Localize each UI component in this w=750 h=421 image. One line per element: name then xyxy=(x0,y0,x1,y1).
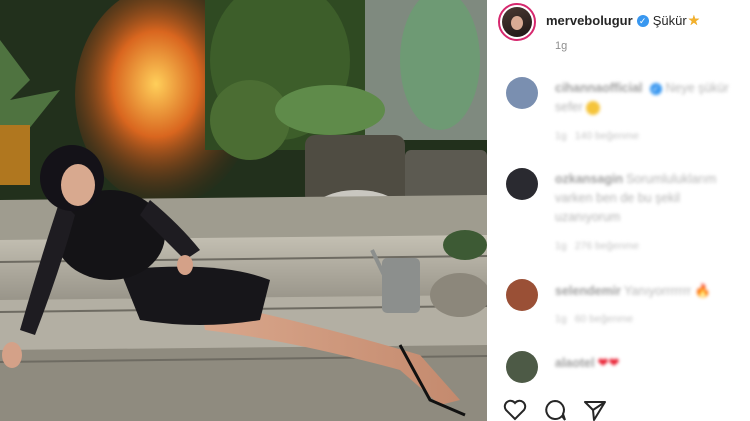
comment-text: alaotel ❤❤ xyxy=(555,353,745,373)
comment-text: ozkansagin Sorumluluklarım varken ben de … xyxy=(555,170,745,227)
commenter-avatar[interactable] xyxy=(506,279,538,311)
comment-meta: 1g 276 beğenme xyxy=(555,240,639,252)
comment-likes[interactable]: 140 beğenme xyxy=(575,130,639,142)
commenter-username[interactable]: cihannaofficial xyxy=(555,81,643,95)
comment-item: selendemir Yanıyorrrrrrr 🔥 1g 60 beğenme xyxy=(506,279,742,334)
comment-item: alaotel ❤❤ xyxy=(506,351,742,387)
heart-emoji-icon: ❤❤ xyxy=(597,355,620,370)
star-emoji-icon: ★ xyxy=(687,12,701,28)
comment-text: selendemir Yanıyorrrrrrr 🔥 xyxy=(555,281,745,301)
post-age: 1g xyxy=(555,40,568,52)
commenter-avatar[interactable] xyxy=(506,351,538,383)
action-bar xyxy=(502,397,608,421)
commenter-username[interactable]: ozkansagin xyxy=(555,172,623,186)
author-username[interactable]: mervebolugur xyxy=(546,13,633,28)
comment-body: Yanıyorrrrrrr xyxy=(624,284,692,298)
commenter-username[interactable]: alaotel xyxy=(555,356,595,370)
caption-text: Şükür xyxy=(652,13,687,28)
heart-icon[interactable] xyxy=(502,397,528,421)
comment-item: cihannaofficial ✓ Neye şükür sefer 1g 140 b… xyxy=(506,77,742,147)
post-header: mervebolugur ✓ Şükür ★ xyxy=(498,3,700,41)
comment-age: 1g xyxy=(555,240,567,252)
comments-panel: mervebolugur ✓ Şükür ★ 1g cihannaofficia… xyxy=(487,0,750,421)
instagram-post: mervebolugur ✓ Şükür ★ 1g cihannaofficia… xyxy=(0,0,750,421)
verified-badge-icon: ✓ xyxy=(649,83,662,95)
commenter-avatar[interactable] xyxy=(506,168,538,200)
comment-item: ozkansagin Sorumluluklarım varken ben de … xyxy=(506,168,742,258)
post-photo[interactable] xyxy=(0,0,487,421)
post-image xyxy=(0,0,487,421)
commenter-username[interactable]: selendemir xyxy=(555,284,621,298)
comment-icon[interactable] xyxy=(542,397,568,421)
post-caption: mervebolugur ✓ Şükür ★ xyxy=(546,12,700,29)
comment-meta: 1g 60 beğenme xyxy=(555,313,633,325)
commenter-avatar[interactable] xyxy=(506,77,538,109)
comment-likes[interactable]: 60 beğenme xyxy=(575,313,633,325)
comment-age: 1g xyxy=(555,130,567,142)
comment-age: 1g xyxy=(555,313,567,325)
share-icon[interactable] xyxy=(582,397,608,421)
comment-text: cihannaofficial ✓ Neye şükür sefer xyxy=(555,79,745,117)
fire-emoji-icon: 🔥 xyxy=(694,283,711,298)
comment-meta: 1g 140 beğenme xyxy=(555,130,639,142)
verified-badge-icon: ✓ xyxy=(636,14,649,27)
laughing-emoji-icon xyxy=(586,100,601,115)
author-avatar[interactable] xyxy=(498,3,536,41)
comment-likes[interactable]: 276 beğenme xyxy=(575,240,639,252)
